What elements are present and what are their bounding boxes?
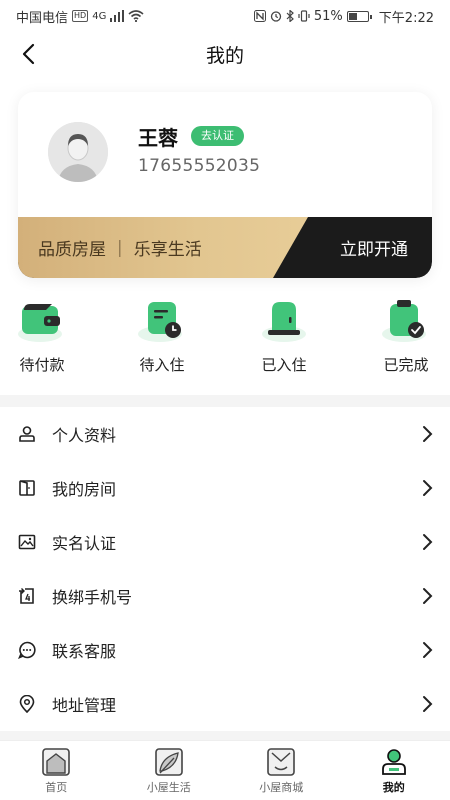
tab-mine[interactable]: 我的 xyxy=(338,741,450,800)
order-pending-checkin[interactable]: 待入住 xyxy=(122,296,202,386)
back-button[interactable] xyxy=(14,40,42,68)
chevron-right-icon xyxy=(423,480,433,496)
tab-label: 小屋商城 xyxy=(259,781,304,794)
menu-label: 我的房间 xyxy=(52,480,117,499)
menu-label: 个人资料 xyxy=(52,426,117,445)
settings-menu: 个人资料 我的房间 实名认证 换绑手机号 联系客服 地址管理 xyxy=(0,407,450,731)
vip-slogan: 品质房屋 ｜ 乐享生活 xyxy=(38,240,202,260)
id-image-icon xyxy=(18,533,36,551)
verify-badge-button[interactable]: 去认证 xyxy=(191,126,244,146)
user-profile-icon xyxy=(379,747,409,777)
alarm-icon xyxy=(270,11,282,22)
tab-label: 首页 xyxy=(45,781,68,794)
order-label: 已完成 xyxy=(383,356,429,374)
page-title: 我的 xyxy=(205,44,244,67)
menu-item-my-room[interactable]: 我的房间 xyxy=(0,461,450,515)
default-avatar-icon xyxy=(48,122,108,182)
chevron-right-icon xyxy=(423,534,433,550)
order-checked-in[interactable]: 已入住 xyxy=(244,296,324,386)
pending-checkin-icon xyxy=(136,296,188,348)
menu-item-customer-service[interactable]: 联系客服 xyxy=(0,623,450,677)
clock-time: 下午2:22 xyxy=(378,10,434,26)
room-door-icon xyxy=(18,479,36,497)
shop-icon xyxy=(266,747,296,777)
tab-bar-divider xyxy=(0,731,450,740)
nfc-icon xyxy=(253,10,266,22)
nav-bar: 我的 xyxy=(0,32,450,76)
order-label: 待入住 xyxy=(139,356,185,374)
vip-activate-button[interactable]: 立即开通 xyxy=(340,235,408,260)
person-icon xyxy=(18,425,36,443)
status-left: 中国电信 HD 4G xyxy=(16,7,144,26)
profile-card: 王蓉 去认证 17655552035 品质房屋 ｜ 乐享生活 立即开通 xyxy=(18,92,432,278)
order-pending-payment[interactable]: 待付款 xyxy=(2,296,82,386)
bluetooth-icon xyxy=(286,10,294,22)
tab-label: 小屋生活 xyxy=(146,781,191,794)
menu-label: 实名认证 xyxy=(52,534,117,553)
leaf-icon xyxy=(154,747,184,777)
door-icon xyxy=(258,296,310,348)
menu-label: 联系客服 xyxy=(52,642,117,661)
section-divider xyxy=(0,395,450,407)
user-name: 王蓉 xyxy=(138,126,178,150)
battery-percent: 51% xyxy=(313,8,343,24)
menu-item-change-phone[interactable]: 换绑手机号 xyxy=(0,569,450,623)
tab-home[interactable]: 首页 xyxy=(0,741,113,800)
menu-item-profile[interactable]: 个人资料 xyxy=(0,407,450,461)
status-right: 51% 下午2:22 xyxy=(253,7,434,26)
menu-item-address[interactable]: 地址管理 xyxy=(0,677,450,731)
menu-label: 地址管理 xyxy=(52,696,117,715)
order-label: 待付款 xyxy=(19,356,65,374)
order-label: 已入住 xyxy=(261,356,307,374)
location-pin-icon xyxy=(18,695,36,713)
chevron-right-icon xyxy=(423,642,433,658)
tab-bar: 首页 小屋生活 小屋商城 我的 xyxy=(0,740,450,800)
wallet-icon xyxy=(16,296,68,348)
home-icon xyxy=(41,747,71,777)
vip-banner[interactable]: 品质房屋 ｜ 乐享生活 立即开通 xyxy=(18,217,432,278)
signal-icon xyxy=(110,10,125,22)
chevron-right-icon xyxy=(423,426,433,442)
carrier-label: 中国电信 xyxy=(16,10,69,26)
tab-cabin-life[interactable]: 小屋生活 xyxy=(113,741,226,800)
completed-clipboard-icon xyxy=(380,296,432,348)
menu-label: 换绑手机号 xyxy=(52,588,133,607)
status-bar: 中国电信 HD 4G 51% 下午2:22 xyxy=(0,0,450,32)
battery-icon xyxy=(346,10,372,22)
order-completed[interactable]: 已完成 xyxy=(366,296,446,386)
vibrate-icon xyxy=(298,10,310,22)
tab-label: 我的 xyxy=(382,781,405,794)
wifi-icon xyxy=(128,10,144,22)
network-label: 4G xyxy=(92,10,107,22)
user-phone: 17655552035 xyxy=(138,156,261,176)
chevron-right-icon xyxy=(423,588,433,604)
chat-bubble-icon xyxy=(18,641,36,659)
order-status-row: 待付款 待入住 已入住 已完成 xyxy=(0,296,450,386)
tab-cabin-shop[interactable]: 小屋商城 xyxy=(225,741,338,800)
chevron-left-icon xyxy=(22,43,35,65)
phone-rebind-icon xyxy=(18,587,36,605)
menu-item-real-name-verification[interactable]: 实名认证 xyxy=(0,515,450,569)
chevron-right-icon xyxy=(423,696,433,712)
hd-chip: HD xyxy=(72,10,89,22)
avatar[interactable] xyxy=(48,122,108,182)
